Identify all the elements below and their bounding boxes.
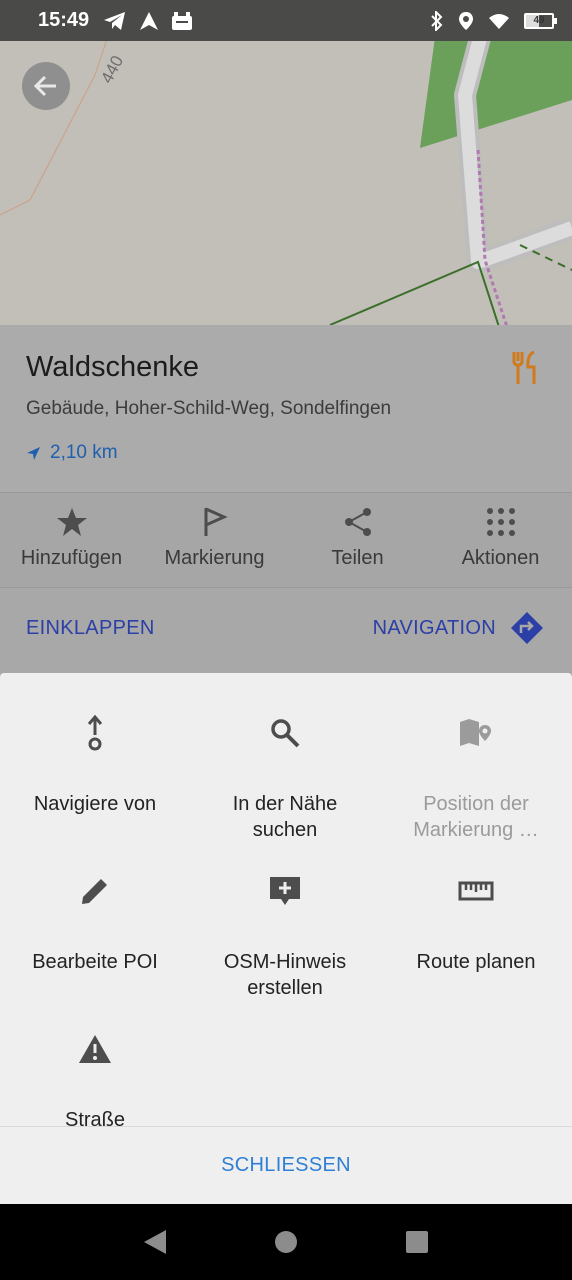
wifi-icon — [489, 13, 509, 29]
navigation-button[interactable]: NAVIGATION — [373, 611, 544, 645]
road-report-option[interactable]: Straße — [0, 1029, 190, 1126]
poi-distance-value: 2,10 km — [50, 442, 118, 463]
arrow-left-icon — [33, 75, 56, 97]
marker-button[interactable]: Markierung — [143, 493, 286, 587]
actions-grid: Navigiere von In der Nähe suchen Positio… — [0, 673, 572, 1126]
telegram-icon — [104, 11, 126, 30]
option-label: Position der Markierung … — [413, 793, 539, 841]
map-view[interactable]: 440 — [0, 0, 572, 330]
elevation-label: 440 — [97, 52, 127, 86]
location-icon — [459, 11, 473, 30]
star-icon — [56, 508, 87, 536]
search-icon — [271, 719, 300, 748]
option-label: Bearbeite POI — [32, 951, 158, 973]
directions-icon — [511, 612, 543, 644]
home-nav-icon[interactable] — [273, 1229, 299, 1255]
action-label: Hinzufügen — [20, 547, 123, 569]
android-icon — [172, 11, 193, 30]
close-button[interactable]: SCHLIESSEN — [0, 1127, 572, 1204]
action-label: Markierung — [164, 547, 265, 569]
grid-icon — [486, 508, 515, 536]
poi-card: Waldschenke Gebäude, Hoher-Schild-Weg, S… — [0, 325, 572, 675]
system-nav-bar — [0, 1204, 572, 1280]
navigation-label: NAVIGATION — [372, 616, 496, 639]
action-bar: Hinzufügen Markierung Teilen Aktionen — [0, 492, 572, 588]
pencil-icon — [82, 879, 107, 904]
flag-icon — [204, 507, 228, 536]
option-label: OSM-Hinweis erstellen — [223, 951, 347, 999]
status-time: 15:49 — [38, 9, 90, 31]
actions-sheet: Navigiere von In der Nähe suchen Positio… — [0, 673, 572, 1204]
add-favorite-button[interactable]: Hinzufügen — [0, 493, 143, 587]
action-label: Teilen — [331, 547, 384, 569]
marker-position-option[interactable]: Position der Markierung … — [381, 713, 571, 843]
add-note-icon — [270, 877, 300, 905]
poi-distance: 2,10 km — [26, 442, 546, 464]
navigate-from-option[interactable]: Navigiere von — [0, 713, 190, 817]
ruler-icon — [458, 881, 494, 901]
action-label: Aktionen — [461, 547, 540, 569]
option-label: Navigiere von — [33, 793, 157, 815]
option-label: Route planen — [416, 951, 536, 973]
search-nearby-option[interactable]: In der Nähe suchen — [190, 713, 380, 843]
edit-poi-option[interactable]: Bearbeite POI — [0, 871, 190, 975]
card-bottom-row: EINKLAPPEN NAVIGATION — [0, 588, 572, 668]
recents-nav-icon[interactable] — [404, 1229, 430, 1255]
collapse-button[interactable]: EINKLAPPEN — [26, 617, 155, 640]
back-button[interactable] — [22, 62, 70, 110]
bluetooth-icon — [431, 10, 443, 31]
share-icon — [344, 508, 371, 536]
status-bar: 15:49 49 — [0, 0, 572, 41]
share-button[interactable]: Teilen — [286, 493, 429, 587]
option-label: In der Nähe suchen — [232, 793, 338, 841]
direction-arrow-icon — [27, 447, 40, 460]
actions-button[interactable]: Aktionen — [429, 493, 572, 587]
map-canvas: 440 — [0, 0, 572, 330]
osm-note-option[interactable]: OSM-Hinweis erstellen — [190, 871, 380, 1001]
option-label: Straße — [64, 1109, 126, 1126]
navigate-from-icon — [87, 715, 103, 751]
navigation-arrow-icon — [140, 11, 159, 30]
poi-subtitle: Gebäude, Hoher-Schild-Weg, Sondelfingen — [26, 398, 392, 419]
plan-route-option[interactable]: Route planen — [381, 871, 571, 975]
map-pin-icon — [460, 719, 491, 746]
warning-icon — [79, 1035, 111, 1063]
poi-header[interactable]: Waldschenke Gebäude, Hoher-Schild-Weg, S… — [0, 325, 572, 492]
poi-title: Waldschenke — [26, 351, 200, 383]
battery-icon: 49 — [524, 12, 557, 29]
restaurant-icon — [512, 350, 540, 390]
back-nav-icon[interactable] — [142, 1228, 168, 1256]
